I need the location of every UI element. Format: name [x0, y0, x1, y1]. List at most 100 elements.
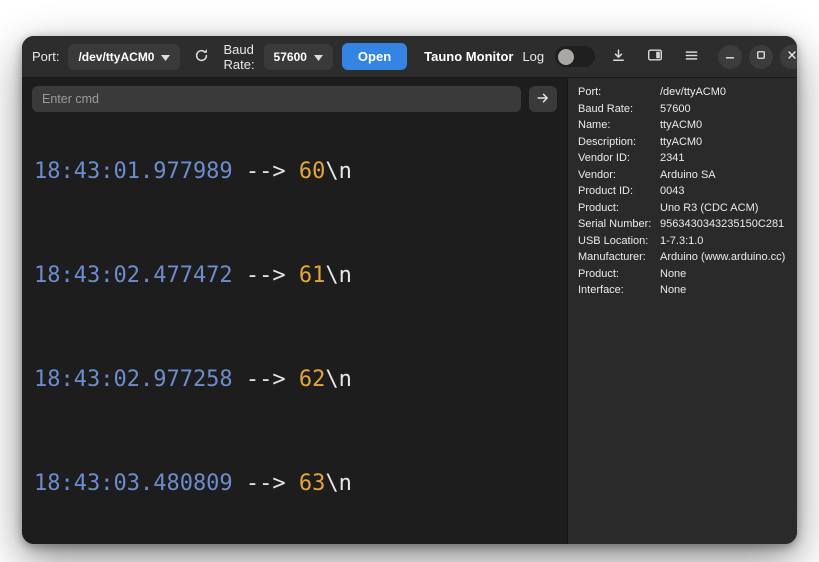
info-label: USB Location: [578, 234, 649, 247]
save-log-icon [611, 48, 626, 66]
port-info-row: Port: /dev/ttyACM0 [578, 86, 787, 99]
info-label: Vendor: [578, 168, 616, 181]
rx-value: 62 [298, 367, 326, 392]
arrow: --> [232, 159, 299, 184]
info-value: ttyACM0 [660, 135, 703, 148]
port-dropdown[interactable]: /dev/ttyACM0 [68, 43, 181, 70]
port-info-row: Name: ttyACM0 [578, 119, 787, 132]
rx-value: 60 [298, 159, 326, 184]
info-label: Baud Rate: [578, 102, 634, 115]
arrow: --> [232, 471, 299, 496]
open-port-button[interactable]: Open [341, 43, 408, 70]
refresh-ports-button[interactable] [189, 44, 214, 70]
info-label: Product: [578, 267, 619, 280]
info-label: Description: [578, 135, 637, 148]
chevron-down-icon [161, 50, 171, 64]
menu-button[interactable] [679, 44, 704, 70]
baud-rate-dropdown[interactable]: 57600 [263, 43, 333, 70]
port-info-row: Product ID: 0043 [578, 185, 787, 198]
command-bar [32, 86, 557, 112]
terminal-pane: 18:43:01.977989 --> 60\n 18:43:02.477472… [22, 78, 567, 544]
info-value: None [660, 267, 687, 280]
arrow: --> [232, 367, 299, 392]
maximize-icon [754, 48, 768, 65]
sidebar-toggle-button[interactable] [642, 43, 668, 70]
terminal-line: 18:43:02.477472 --> 61\n [34, 263, 555, 289]
newline-literal: \n [325, 471, 352, 496]
minimize-button[interactable] [718, 44, 743, 69]
info-value: ttyACM0 [660, 119, 703, 131]
hamburger-menu-icon [684, 48, 699, 66]
timestamp: 18:43:03.480809 [34, 471, 233, 496]
maximize-button[interactable] [749, 44, 774, 69]
header-right-group: Log [522, 43, 797, 70]
app-window: Port: /dev/ttyACM0 Baud Rate: 57600 Open… [22, 36, 797, 544]
port-info-list: Port: /dev/ttyACM0 Baud Rate: 57600 Name… [578, 86, 787, 297]
port-info-row: Serial Number: 9563430343235150C281 [578, 218, 787, 231]
info-value: 9563430343235150C281 [660, 218, 785, 230]
info-value: 0043 [660, 185, 685, 197]
info-label: Product: [578, 201, 619, 214]
port-info-row: Vendor: Arduino SA [578, 168, 787, 182]
timestamp: 18:43:02.977258 [34, 367, 233, 392]
info-label: Product ID: [578, 185, 634, 197]
toggle-knob [558, 48, 575, 65]
info-label: Serial Number: [578, 218, 652, 230]
arrow: --> [232, 263, 299, 288]
port-dropdown-value: /dev/ttyACM0 [78, 49, 155, 64]
rx-value: 61 [298, 263, 326, 288]
refresh-icon [194, 48, 209, 66]
port-info-row: Product: None [578, 267, 787, 281]
info-value: 1-7.3:1.0 [660, 234, 704, 247]
port-info-panel: Port: /dev/ttyACM0 Baud Rate: 57600 Name… [567, 78, 797, 544]
header-bar: Port: /dev/ttyACM0 Baud Rate: 57600 Open… [22, 36, 797, 78]
port-info-row: Vendor ID: 2341 [578, 152, 787, 165]
send-button[interactable] [529, 86, 557, 112]
port-info-row: Manufacturer: Arduino (www.arduino.cc) [578, 251, 787, 264]
info-label: Interface: [578, 284, 624, 296]
info-value: Uno R3 (CDC ACM) [660, 201, 759, 214]
info-value: Arduino (www.arduino.cc) [660, 251, 786, 263]
port-info-row: Description: ttyACM0 [578, 135, 787, 149]
port-info-row: Interface: None [578, 284, 787, 297]
command-input[interactable] [32, 86, 521, 112]
port-info-row: Baud Rate: 57600 [578, 102, 787, 116]
port-info-row: USB Location: 1-7.3:1.0 [578, 234, 787, 248]
newline-literal: \n [325, 263, 352, 288]
send-icon [536, 91, 550, 108]
window-controls [718, 44, 797, 69]
app-title: Tauno Monitor [424, 49, 514, 64]
info-value: 2341 [660, 152, 685, 164]
terminal-line: 18:43:02.977258 --> 62\n [34, 367, 555, 393]
baud-rate-dropdown-value: 57600 [273, 49, 307, 64]
port-label: Port: [32, 49, 60, 64]
baud-rate-label: Baud Rate: [223, 41, 255, 72]
log-toggle[interactable] [555, 46, 596, 67]
info-label: Vendor ID: [578, 152, 630, 164]
minimize-icon [723, 48, 737, 65]
newline-literal: \n [325, 159, 352, 184]
close-button[interactable] [780, 44, 797, 69]
info-label: Manufacturer: [578, 251, 646, 263]
timestamp: 18:43:01.977989 [34, 159, 233, 184]
terminal-line: 18:43:01.977989 --> 60\n [34, 159, 555, 185]
sidebar-toggle-icon [647, 47, 663, 66]
desktop: Port: /dev/ttyACM0 Baud Rate: 57600 Open… [0, 0, 819, 562]
info-value: None [660, 284, 687, 296]
rx-value: 63 [298, 471, 326, 496]
info-value: /dev/ttyACM0 [660, 86, 727, 98]
info-value: Arduino SA [660, 168, 716, 181]
main-content: 18:43:01.977989 --> 60\n 18:43:02.477472… [22, 78, 797, 544]
log-label: Log [522, 49, 545, 64]
info-value: 57600 [660, 102, 691, 115]
timestamp: 18:43:02.477472 [34, 263, 233, 288]
close-icon [785, 48, 797, 65]
terminal-output[interactable]: 18:43:01.977989 --> 60\n 18:43:02.477472… [32, 118, 557, 544]
info-label: Name: [578, 119, 611, 131]
newline-literal: \n [325, 367, 352, 392]
info-label: Port: [578, 86, 602, 98]
port-info-row: Product: Uno R3 (CDC ACM) [578, 201, 787, 215]
save-log-button[interactable] [606, 44, 631, 70]
terminal-line: 18:43:03.480809 --> 63\n [34, 471, 555, 497]
chevron-down-icon [313, 50, 323, 64]
